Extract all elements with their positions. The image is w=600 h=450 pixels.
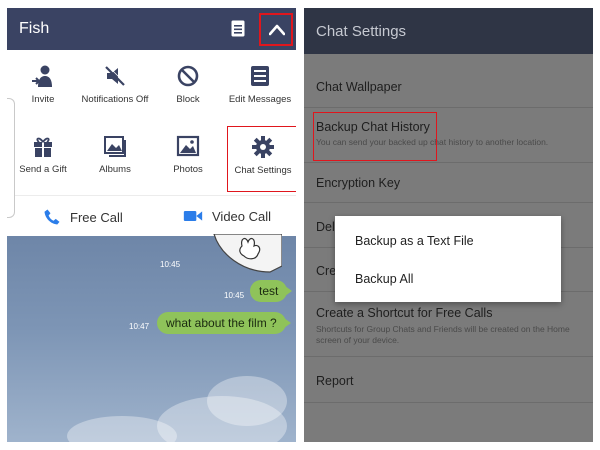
message-timestamp: 10:45	[160, 260, 181, 269]
call-row: Free Call Video Call	[7, 195, 296, 236]
settings-title: Chat Settings	[316, 23, 407, 40]
send-gift-button[interactable]: Send a Gift	[7, 134, 79, 194]
send-gift-label: Send a Gift	[19, 164, 67, 175]
photos-button[interactable]: Photos	[152, 134, 224, 194]
chat-title: Fish	[19, 20, 50, 37]
chat-header: Fish	[7, 8, 296, 50]
create-shortcut-description: Shortcuts for Group Chats and Friends wi…	[316, 324, 570, 345]
chat-settings-label: Chat Settings	[234, 165, 292, 176]
photo-icon	[176, 135, 200, 157]
create-item[interactable]: Cre	[316, 264, 336, 278]
chat-settings-button[interactable]: Chat Settings	[227, 126, 296, 192]
delete-item[interactable]: Del	[316, 220, 335, 234]
invite-button[interactable]: Invite	[7, 64, 79, 124]
edit-messages-label: Edit Messages	[228, 94, 292, 105]
note-icon[interactable]	[231, 20, 245, 37]
divider	[304, 402, 593, 403]
message-bubble[interactable]: test	[250, 280, 293, 302]
message-timestamp: 10:45	[224, 291, 245, 300]
gear-icon	[252, 136, 274, 158]
add-friend-icon	[32, 65, 52, 87]
notifications-off-button[interactable]: Notifications Off	[79, 64, 151, 124]
backup-all-option[interactable]: Backup All	[355, 272, 413, 286]
chat-room-screen: Fish Invite Notifications Off Block Edit…	[7, 8, 296, 442]
message-bubble[interactable]: what about the film ?	[157, 312, 291, 334]
albums-button[interactable]: Albums	[79, 134, 151, 194]
free-call-button[interactable]: Free Call	[43, 208, 123, 226]
chevron-up-icon	[269, 24, 285, 36]
free-call-label: Free Call	[70, 209, 123, 225]
video-camera-icon	[183, 211, 203, 221]
side-handle	[7, 98, 15, 218]
backup-options-dialog: Backup as a Text File Backup All	[335, 216, 561, 302]
phone-icon	[44, 209, 60, 225]
albums-label: Albums	[99, 164, 131, 175]
collapse-menu-button[interactable]	[259, 13, 293, 46]
video-call-button[interactable]: Video Call	[183, 208, 271, 224]
notifications-off-label: Notifications Off	[81, 94, 149, 105]
chat-settings-screen: Chat Settings Chat Wallpaper Backup Chat…	[304, 8, 593, 442]
divider	[304, 162, 593, 163]
speaker-muted-icon	[105, 65, 126, 86]
cloud-background	[207, 376, 287, 426]
video-call-label: Video Call	[212, 208, 272, 224]
encryption-key-item[interactable]: Encryption Key	[316, 176, 400, 190]
divider	[304, 107, 593, 108]
sticker-image	[213, 234, 282, 273]
invite-label: Invite	[31, 94, 55, 105]
edit-messages-button[interactable]: Edit Messages	[224, 64, 296, 124]
divider	[304, 202, 593, 203]
report-item[interactable]: Report	[316, 374, 354, 388]
create-shortcut-item[interactable]: Create a Shortcut for Free Calls	[316, 306, 492, 320]
block-button[interactable]: Block	[152, 64, 224, 124]
chat-wallpaper-item[interactable]: Chat Wallpaper	[316, 80, 402, 94]
edit-list-icon	[251, 66, 269, 86]
albums-icon	[104, 136, 126, 157]
gift-icon	[34, 137, 52, 157]
block-label: Block	[176, 94, 200, 105]
settings-header: Chat Settings	[304, 8, 593, 54]
backup-text-file-option[interactable]: Backup as a Text File	[355, 234, 474, 248]
chat-menu: Invite Notifications Off Block Edit Mess…	[7, 50, 296, 236]
message-timestamp: 10:47	[129, 322, 150, 331]
photos-label: Photos	[173, 164, 203, 175]
backup-highlight	[313, 112, 437, 161]
divider	[304, 356, 593, 357]
block-icon	[177, 65, 199, 87]
